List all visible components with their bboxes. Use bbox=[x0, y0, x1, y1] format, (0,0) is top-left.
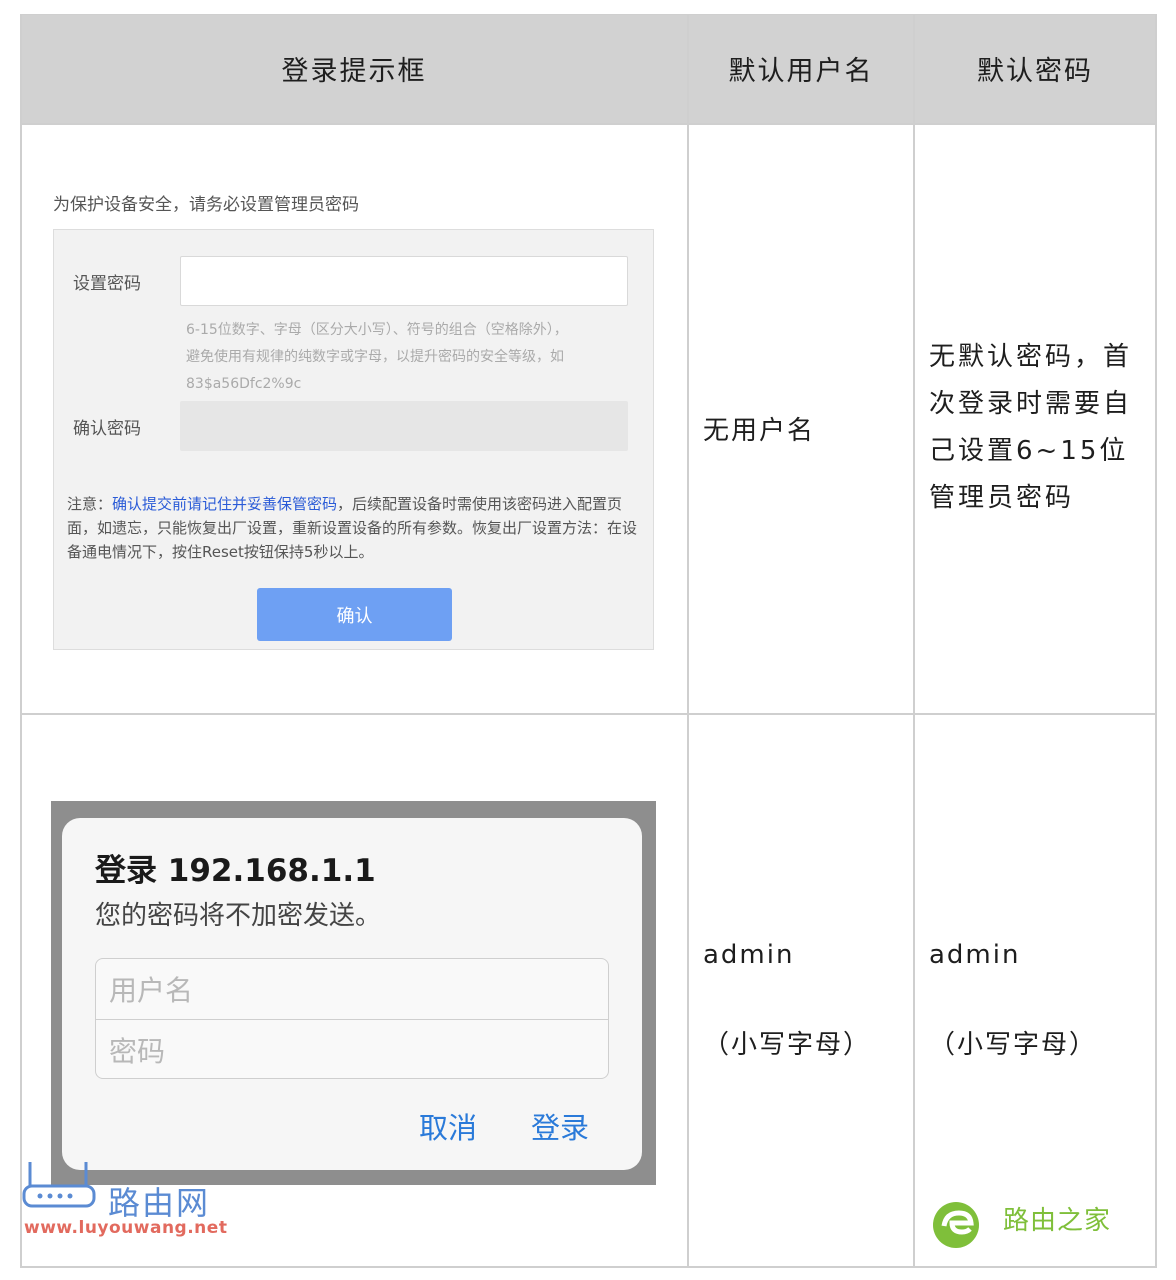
confirm-button[interactable]: 确认 bbox=[257, 588, 452, 641]
note-prefix: 注意： bbox=[67, 495, 113, 513]
row2-username: admin bbox=[703, 940, 795, 970]
row1-password: 无默认密码，首 次登录时需要自 己设置6~15位 管理员密码 bbox=[929, 334, 1144, 522]
password-hint-line: 83$a56Dfc2%9c bbox=[186, 376, 302, 392]
username-input[interactable]: 用户名 bbox=[96, 959, 608, 1019]
setup-intro-text: 为保护设备安全，请务必设置管理员密码 bbox=[53, 195, 359, 215]
auth-dialog-title: 登录 192.168.1.1 bbox=[95, 853, 376, 889]
header-login-prompt: 登录提示框 bbox=[281, 56, 427, 87]
row1-password-line: 管理员密码 bbox=[929, 483, 1075, 513]
row1-username: 无用户名 bbox=[703, 416, 816, 446]
row1-password-line: 无默认密码，首 bbox=[929, 342, 1133, 372]
auth-dialog-subtitle: 您的密码将不加密发送。 bbox=[95, 901, 382, 931]
set-password-label: 设置密码 bbox=[73, 274, 141, 294]
header-default-username: 默认用户名 bbox=[728, 56, 874, 87]
auth-fields: 用户名 密码 bbox=[95, 958, 609, 1079]
row2-password: admin bbox=[929, 940, 1021, 970]
confirm-password-label: 确认密码 bbox=[73, 419, 141, 439]
watermark-left-url: www.luyouwang.net bbox=[24, 1218, 228, 1238]
password-hint-line: 6-15位数字、字母（区分大小写）、符号的组合（空格除外）， bbox=[186, 322, 568, 338]
password-hint: 6-15位数字、字母（区分大小写）、符号的组合（空格除外）， 避免使用有规律的纯… bbox=[186, 317, 626, 398]
watermark-right-name: 路由之家 bbox=[1003, 1206, 1112, 1236]
row1-password-line: 己设置6~15位 bbox=[929, 436, 1129, 466]
confirm-password-input[interactable] bbox=[180, 401, 628, 451]
password-hint-line: 避免使用有规律的纯数字或字母，以提升密码的安全等级，如 bbox=[186, 349, 564, 365]
row2-username-note: （小写字母） bbox=[703, 1030, 872, 1060]
header-default-password: 默认密码 bbox=[977, 56, 1093, 87]
cancel-button[interactable]: 取消 bbox=[419, 1105, 477, 1147]
note-link[interactable]: 确认提交前请记住并妥善保管密码 bbox=[112, 495, 337, 513]
password-input[interactable]: 密码 bbox=[96, 1019, 608, 1078]
setup-note: 注意：确认提交前请记住并妥善保管密码，后续配置设备时需使用该密码进入配置页面，如… bbox=[67, 492, 641, 564]
luyouzhijia-logo-icon bbox=[930, 1199, 984, 1253]
login-button[interactable]: 登录 bbox=[531, 1105, 589, 1147]
row1-password-line: 次登录时需要自 bbox=[929, 389, 1133, 419]
router-logo-icon bbox=[22, 1160, 98, 1214]
row2-password-note: （小写字母） bbox=[929, 1030, 1098, 1060]
set-password-input[interactable] bbox=[180, 256, 628, 306]
